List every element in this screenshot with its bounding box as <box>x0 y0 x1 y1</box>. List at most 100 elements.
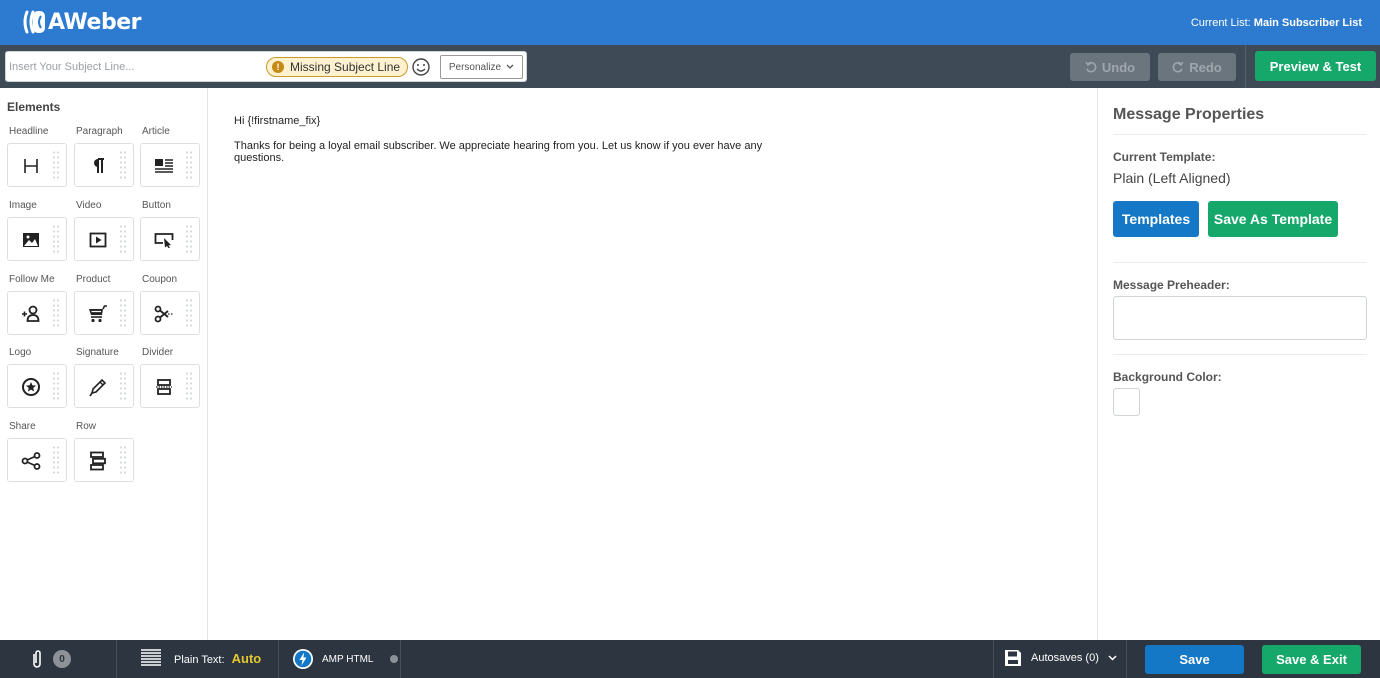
plain-text-toggle[interactable]: Plain Text: Auto <box>140 648 261 668</box>
button-icon <box>153 229 175 251</box>
undo-button[interactable]: Undo <box>1070 53 1150 81</box>
element-tile[interactable] <box>140 143 200 187</box>
element-tile[interactable] <box>7 291 67 335</box>
aweber-logo[interactable]: AWeber <box>22 9 141 35</box>
save-button[interactable]: Save <box>1145 645 1244 674</box>
element-video[interactable]: Video <box>74 200 134 261</box>
drag-handle[interactable] <box>185 371 193 401</box>
missing-subject-text: Missing Subject Line <box>290 60 401 74</box>
editor-footer: 0 Plain Text: Auto AMP HTML Autosaves (0… <box>0 640 1380 678</box>
emoji-icon[interactable] <box>411 57 431 77</box>
current-list-value[interactable]: Main Subscriber List <box>1254 17 1362 29</box>
element-tile[interactable] <box>74 291 134 335</box>
element-label: Paragraph <box>76 126 123 137</box>
element-coupon[interactable]: Coupon <box>140 274 200 335</box>
element-headline[interactable]: Headline <box>7 126 67 187</box>
aweber-logo-icon <box>23 10 45 34</box>
elements-sidebar: Elements Headline Paragraph Article Imag… <box>0 88 208 640</box>
preview-test-button[interactable]: Preview & Test <box>1255 51 1376 81</box>
redo-button[interactable]: Redo <box>1158 53 1236 81</box>
element-tile[interactable] <box>140 291 200 335</box>
element-label: Share <box>9 421 36 432</box>
drag-handle[interactable] <box>52 224 60 254</box>
element-button[interactable]: Button <box>140 200 200 261</box>
element-share[interactable]: Share <box>7 421 67 482</box>
save-disk-icon <box>1005 650 1021 666</box>
drag-handle[interactable] <box>52 371 60 401</box>
undo-icon <box>1085 61 1097 73</box>
element-image[interactable]: Image <box>7 200 67 261</box>
email-body-text[interactable]: Thanks for being a loyal email subscribe… <box>234 140 774 164</box>
save-as-template-button[interactable]: Save As Template <box>1208 201 1338 237</box>
drag-handle[interactable] <box>185 224 193 254</box>
element-follow-me[interactable]: Follow Me <box>7 274 67 335</box>
amp-label: AMP HTML <box>322 653 374 665</box>
paperclip-icon <box>33 650 41 668</box>
divider-icon <box>153 376 175 398</box>
drag-handle[interactable] <box>185 298 193 328</box>
drag-handle[interactable] <box>119 371 127 401</box>
preheader-label: Message Preheader: <box>1113 278 1230 292</box>
element-article[interactable]: Article <box>140 126 200 187</box>
current-template-label: Current Template: <box>1113 150 1216 164</box>
footer-divider <box>278 640 279 678</box>
email-canvas[interactable]: Hi {!firstname_fix} Thanks for being a l… <box>209 88 1097 640</box>
preheader-input[interactable] <box>1113 296 1367 340</box>
element-tile[interactable] <box>140 364 200 408</box>
element-tile[interactable] <box>74 143 134 187</box>
plain-text-icon <box>141 649 161 666</box>
current-list-label: Current List: <box>1190 17 1251 29</box>
element-product[interactable]: Product <box>74 274 134 335</box>
element-label: Row <box>76 421 97 432</box>
drag-handle[interactable] <box>185 150 193 180</box>
drag-handle[interactable] <box>52 445 60 475</box>
footer-divider <box>116 640 117 678</box>
element-label: Headline <box>9 126 49 137</box>
element-tile[interactable] <box>74 217 134 261</box>
current-template-value: Plain (Left Aligned) <box>1113 170 1231 186</box>
element-label: Divider <box>142 347 174 358</box>
paragraph-icon <box>87 155 109 177</box>
redo-icon <box>1172 61 1184 73</box>
attachments-button[interactable]: 0 <box>30 649 71 669</box>
element-tile[interactable] <box>7 364 67 408</box>
divider <box>1113 134 1367 135</box>
element-divider[interactable]: Divider <box>140 347 200 408</box>
subject-line-input[interactable] <box>9 57 259 77</box>
element-label: Signature <box>76 347 119 358</box>
element-logo[interactable]: Logo <box>7 347 67 408</box>
templates-button[interactable]: Templates <box>1113 201 1199 237</box>
app-header: AWeber Current List: Main Subscriber Lis… <box>0 0 1380 45</box>
element-tile[interactable] <box>74 364 134 408</box>
element-tile[interactable] <box>74 438 134 482</box>
drag-handle[interactable] <box>52 150 60 180</box>
element-tile[interactable] <box>7 217 67 261</box>
amp-html-toggle[interactable]: AMP HTML <box>292 648 398 670</box>
save-exit-button[interactable]: Save & Exit <box>1262 645 1361 674</box>
background-color-label: Background Color: <box>1113 370 1222 384</box>
share-icon <box>20 450 42 472</box>
subject-line-field: ! Missing Subject Line Personalize <box>5 51 527 82</box>
element-tile[interactable] <box>140 217 200 261</box>
footer-divider <box>400 640 401 678</box>
drag-handle[interactable] <box>119 298 127 328</box>
element-paragraph[interactable]: Paragraph <box>74 126 134 187</box>
email-greeting[interactable]: Hi {!firstname_fix} <box>234 115 320 127</box>
personalize-dropdown[interactable]: Personalize <box>440 55 523 79</box>
element-row[interactable]: Row <box>74 421 134 482</box>
element-tile[interactable] <box>7 438 67 482</box>
background-color-swatch[interactable] <box>1113 388 1140 416</box>
footer-divider <box>993 640 994 678</box>
autosaves-dropdown[interactable]: Autosaves (0) <box>1004 649 1117 667</box>
element-label: Image <box>9 200 37 211</box>
element-label: Button <box>142 200 171 211</box>
star-circle-icon <box>20 376 42 398</box>
element-label: Follow Me <box>9 274 55 285</box>
element-signature[interactable]: Signature <box>74 347 134 408</box>
drag-handle[interactable] <box>119 445 127 475</box>
drag-handle[interactable] <box>119 150 127 180</box>
drag-handle[interactable] <box>119 224 127 254</box>
image-icon <box>20 229 42 251</box>
element-tile[interactable] <box>7 143 67 187</box>
drag-handle[interactable] <box>52 298 60 328</box>
